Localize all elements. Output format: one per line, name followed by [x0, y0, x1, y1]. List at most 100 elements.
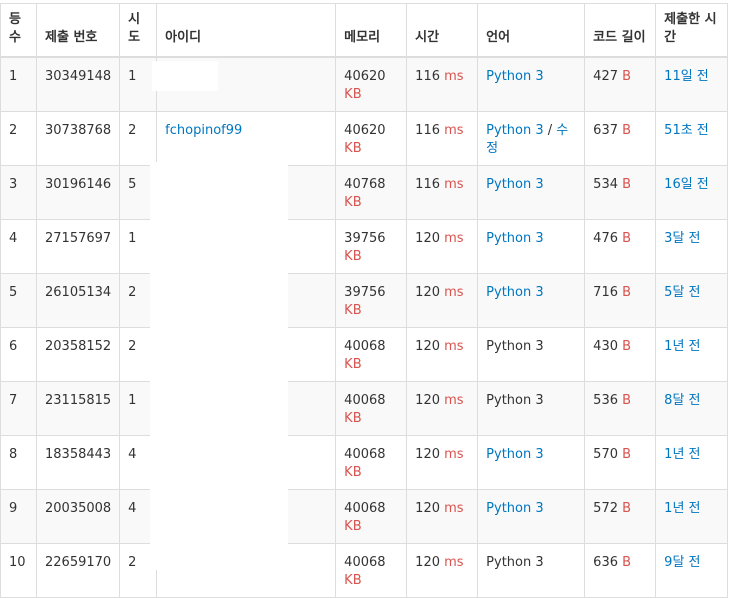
time-cell: 120 ms [406, 327, 479, 382]
time-unit: ms [444, 339, 464, 354]
user-cell: fchopinof99 [156, 111, 337, 166]
time-value: 120 [415, 501, 440, 516]
rank-cell: 9 [0, 489, 37, 544]
edit-separator: / [543, 123, 557, 138]
language-cell: Python 3 [477, 489, 586, 544]
rank-cell: 8 [0, 435, 37, 490]
submitted-time-link[interactable]: 9달 전 [664, 555, 700, 570]
language-link[interactable]: Python 3 [486, 123, 543, 138]
time-value: 116 [415, 123, 440, 138]
time-unit: ms [444, 501, 464, 516]
submitted-time-cell: 16일 전 [655, 165, 729, 220]
table-row: 3 30196146 5 40768 KB 116 ms Python 3 534 B 16일… [0, 165, 729, 220]
submitted-time-link[interactable]: 5달 전 [664, 285, 700, 300]
time-unit: ms [444, 231, 464, 246]
rank-cell: 6 [0, 327, 37, 382]
submitted-time-link[interactable]: 1년 전 [664, 501, 700, 516]
language-cell: Python 3 [477, 56, 586, 112]
language-link[interactable]: Python 3 [486, 177, 543, 192]
user-link[interactable]: fchopinof99 [165, 123, 242, 138]
time-unit: ms [444, 555, 464, 570]
table-row: 1 30349148 1 40620 KB 116 ms Python 3 427 B 11일… [0, 56, 729, 112]
col-user-header: 아이디 [156, 3, 337, 58]
memory-unit: KB [344, 465, 362, 480]
language-cell: Python 3 [477, 543, 586, 598]
code-length-unit: B [622, 393, 632, 408]
language-link[interactable]: Python 3 [486, 501, 543, 516]
submission-id-cell: 30196146 [35, 165, 121, 220]
memory-cell: 40068 KB [335, 543, 408, 598]
memory-cell: 40068 KB [335, 435, 408, 490]
language-cell: Python 3 [477, 219, 586, 274]
submitted-time-link[interactable]: 16일 전 [664, 177, 709, 192]
submitted-time-link[interactable]: 1년 전 [664, 339, 700, 354]
submitted-time-link[interactable]: 1년 전 [664, 447, 700, 462]
memory-value: 39756 [344, 231, 386, 246]
time-cell: 120 ms [406, 543, 479, 598]
col-tries-header: 시도 [119, 3, 158, 58]
code-length-unit: B [622, 501, 632, 516]
memory-value: 40620 [344, 69, 386, 84]
rank-cell: 3 [0, 165, 37, 220]
code-length-value: 570 [593, 447, 618, 462]
submitted-time-link[interactable]: 8달 전 [664, 393, 700, 408]
memory-unit: KB [344, 195, 362, 210]
memory-unit: KB [344, 87, 362, 102]
language-cell: Python 3 [477, 327, 586, 382]
memory-value: 40068 [344, 501, 386, 516]
submitted-time-link[interactable]: 3달 전 [664, 231, 700, 246]
memory-unit: KB [344, 303, 362, 318]
time-value: 116 [415, 69, 440, 84]
time-value: 120 [415, 447, 440, 462]
col-code-length-header: 코드 길이 [584, 3, 657, 58]
table-row: 7 23115815 1 40068 KB 120 ms Python 3 536 B 8달 … [0, 381, 729, 436]
memory-cell: 40620 KB [335, 111, 408, 166]
table-row: 10 22659170 2 40068 KB 120 ms Python 3 636 B 9달… [0, 543, 729, 598]
code-length-value: 534 [593, 177, 618, 192]
submitted-time-cell: 1년 전 [655, 435, 729, 490]
code-length-cell: 572 B [584, 489, 657, 544]
header-row: 등수 제출 번호 시도 아이디 메모리 시간 언어 코드 길이 제출한 시간 [0, 3, 729, 58]
rank-cell: 2 [0, 111, 37, 166]
submitted-time-cell: 5달 전 [655, 273, 729, 328]
table-row: 6 20358152 2 40068 KB 120 ms Python 3 430 B 1년 … [0, 327, 729, 382]
time-unit: ms [444, 447, 464, 462]
memory-unit: KB [344, 249, 362, 264]
submitted-time-cell: 51초 전 [655, 111, 729, 166]
memory-cell: 40768 KB [335, 165, 408, 220]
submitted-time-cell: 11일 전 [655, 56, 729, 112]
time-cell: 120 ms [406, 219, 479, 274]
code-length-value: 637 [593, 123, 618, 138]
time-unit: ms [444, 123, 464, 138]
language-link[interactable]: Python 3 [486, 69, 543, 84]
rank-cell: 7 [0, 381, 37, 436]
submitted-time-cell: 8달 전 [655, 381, 729, 436]
time-value: 120 [415, 393, 440, 408]
memory-unit: KB [344, 357, 362, 372]
submitted-time-link[interactable]: 11일 전 [664, 69, 709, 84]
language-link[interactable]: Python 3 [486, 231, 543, 246]
code-length-cell: 637 B [584, 111, 657, 166]
language-cell: Python 3 [477, 435, 586, 490]
submitted-time-cell: 1년 전 [655, 327, 729, 382]
memory-cell: 39756 KB [335, 273, 408, 328]
memory-unit: KB [344, 573, 362, 588]
table-row: 4 27157697 1 39756 KB 120 ms Python 3 476 B 3달 … [0, 219, 729, 274]
memory-value: 40068 [344, 447, 386, 462]
col-time-header: 시간 [406, 3, 479, 58]
code-length-unit: B [622, 285, 632, 300]
time-value: 120 [415, 231, 440, 246]
submission-id-cell: 26105134 [35, 273, 121, 328]
col-submission-header: 제출 번호 [35, 3, 121, 58]
code-length-unit: B [622, 447, 632, 462]
rank-cell: 1 [0, 56, 37, 112]
submission-id-cell: 20035008 [35, 489, 121, 544]
memory-value: 40768 [344, 177, 386, 192]
time-unit: ms [444, 69, 464, 84]
submitted-time-link[interactable]: 51초 전 [664, 123, 709, 138]
memory-value: 40068 [344, 339, 386, 354]
language-link[interactable]: Python 3 [486, 285, 543, 300]
submitted-time-cell: 1년 전 [655, 489, 729, 544]
language-link[interactable]: Python 3 [486, 447, 543, 462]
memory-cell: 40068 KB [335, 489, 408, 544]
